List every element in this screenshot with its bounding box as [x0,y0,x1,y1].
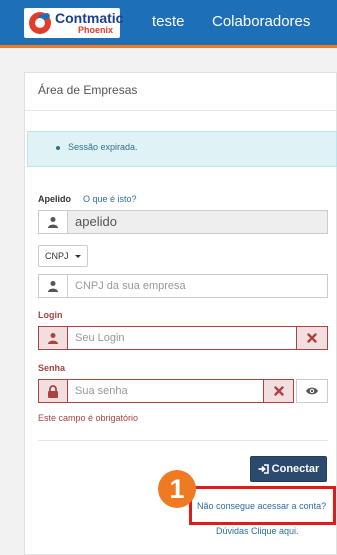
session-alert: Sessão expirada. [27,131,337,167]
clear-senha-icon[interactable] [263,379,294,403]
user-icon [38,326,68,350]
apelido-label: Apelido [38,194,71,204]
show-password-icon[interactable] [296,379,328,403]
user-icon [38,210,68,234]
sign-in-icon [258,464,269,474]
help-link[interactable]: Dúvidas Clique aqui. [216,526,299,536]
card-divider [25,110,336,111]
logo-mark-icon [29,12,51,34]
alert-bullet [56,146,60,150]
forgot-account-link[interactable]: Não consegue acessar a conta? [197,501,326,511]
caret-down-icon [75,255,81,258]
user-icon [38,274,68,298]
form-divider [38,440,328,441]
login-card: Área de Empresas Sessão expirada. Apelid… [24,72,337,555]
nav-link-teste[interactable]: teste [152,13,185,30]
login-group: Seu Login [38,326,328,350]
senha-input[interactable]: Sua senha [67,379,264,403]
document-type-dropdown[interactable]: CNPJ [38,245,88,267]
alert-text: Sessão expirada. [68,142,138,152]
top-navbar: Contmatic Phoenix teste Colaboradores [0,0,337,48]
password-error-message: Este campo é obrigatório [38,413,139,423]
login-label: Login [38,310,63,320]
step-badge: 1 [158,470,196,508]
clear-login-icon[interactable] [296,326,328,350]
logo-subtitle: Phoenix [78,25,114,35]
nav-link-colaboradores[interactable]: Colaboradores [212,13,310,30]
senha-label: Senha [38,363,66,373]
document-type-value: CNPJ [45,251,69,261]
connect-button[interactable]: Conectar [250,456,327,482]
card-title: Área de Empresas [38,83,138,97]
lock-icon [38,379,68,403]
connect-button-label: Conectar [271,463,320,475]
logo-name: Contmatic [55,10,124,26]
apelido-group: apelido [38,210,328,234]
contmatic-logo[interactable]: Contmatic Phoenix [24,8,124,38]
cnpj-input[interactable]: CNPJ da sua empresa [67,274,328,298]
senha-group: Sua senha [38,379,328,403]
cnpj-group: CNPJ da sua empresa [38,274,328,298]
login-input[interactable]: Seu Login [67,326,297,350]
apelido-help-link[interactable]: O que é isto? [83,194,137,204]
apelido-field[interactable]: apelido [67,210,328,234]
